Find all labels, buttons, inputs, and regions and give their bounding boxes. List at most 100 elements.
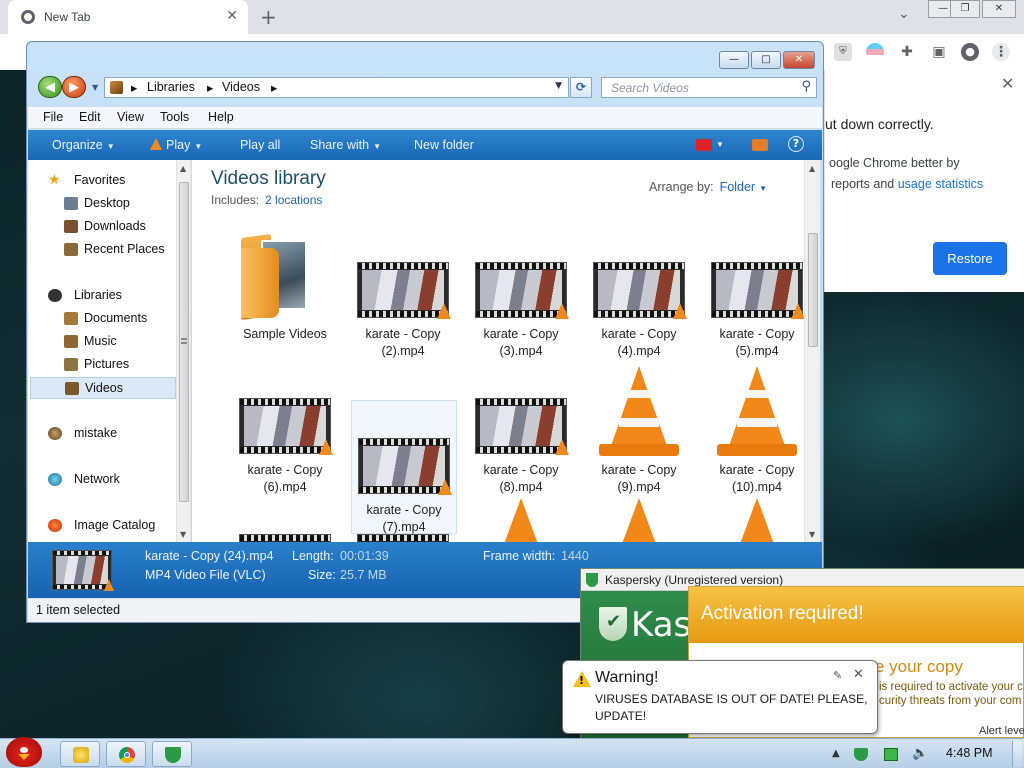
nav-favorites[interactable]: ★ Favorites (28, 170, 174, 192)
details-filetype: MP4 Video File (VLC) (145, 568, 266, 582)
nav-downloads[interactable]: Downloads (28, 216, 174, 238)
nav-music[interactable]: Music (28, 331, 174, 353)
file-view-scroll-thumb[interactable] (808, 233, 818, 347)
address-bar[interactable]: ▸ Libraries ▸ Videos ▸ ▼ (104, 77, 569, 98)
breadcrumb-libraries[interactable]: Libraries (147, 80, 195, 94)
nav-image-catalog[interactable]: Image Catalog (28, 515, 174, 537)
chrome-new-tab-button[interactable]: + (260, 5, 277, 29)
file-item-video[interactable]: karate - Copy (3).mp4 (469, 224, 575, 358)
taskbar-explorer-button[interactable] (60, 741, 100, 767)
refresh-icon[interactable]: ⟳ (570, 77, 592, 98)
folder-icon (241, 230, 327, 321)
nav-network[interactable]: Network (28, 469, 174, 491)
play-button[interactable]: Play ▼ (150, 138, 202, 152)
file-item-sample-videos[interactable]: Sample Videos (233, 224, 339, 358)
address-dropdown-icon[interactable]: ▼ (555, 81, 562, 91)
file-item-video[interactable]: karate - Copy (6).mp4 (233, 360, 339, 494)
scroll-up-icon[interactable]: ▲ (809, 164, 815, 173)
search-box[interactable]: Search Videos ⚲ (601, 77, 817, 98)
kaspersky-tray-icon[interactable] (854, 748, 868, 761)
file-item-video-hovered[interactable]: karate - Copy (7).mp4 (351, 400, 457, 534)
organize-button[interactable]: Organize ▼ (52, 138, 115, 152)
navigation-pane: ★ Favorites Desktop Downloads Recent Pla… (28, 160, 191, 542)
extensions-icon[interactable]: ✚ (898, 43, 916, 61)
address-arrow-icon[interactable]: ▸ (131, 80, 137, 95)
nav-desktop[interactable]: Desktop (28, 193, 174, 215)
menu-help[interactable]: Help (208, 110, 234, 124)
change-view-icon[interactable] (696, 139, 712, 151)
chrome-restore-message: ut down correctly. (825, 116, 934, 132)
taskbar-kaspersky-button[interactable] (152, 741, 192, 767)
nav-pane-scrollbar[interactable]: ▲ ▼ (176, 160, 190, 542)
menu-file[interactable]: File (43, 110, 63, 124)
flag-icon[interactable] (866, 43, 884, 61)
nav-mistake[interactable]: mistake (28, 423, 174, 445)
scroll-down-icon[interactable]: ▼ (809, 530, 815, 539)
scroll-up-icon[interactable]: ▲ (180, 164, 186, 173)
explorer-maximize-button[interactable]: □ (751, 51, 781, 69)
ublock-icon[interactable]: ⛨ (834, 43, 852, 61)
forward-arrow-icon[interactable]: ▶ (62, 76, 86, 98)
pin-icon[interactable]: ✎ (833, 669, 842, 682)
nav-recent-places[interactable]: Recent Places (28, 239, 174, 261)
explorer-minimize-button[interactable]: — (719, 51, 749, 69)
search-input[interactable]: Search Videos (611, 81, 689, 95)
file-item-vlc[interactable]: karate - Copy (10).mp4 (705, 360, 811, 494)
arrange-dropdown-icon[interactable]: ▼ (759, 184, 767, 193)
sidepanel-icon[interactable]: ▣ (930, 43, 948, 61)
breadcrumb-videos[interactable]: Videos (222, 80, 260, 94)
nav-documents[interactable]: Documents (28, 308, 174, 330)
chrome-tab-new-tab[interactable]: New Tab ✕ (8, 0, 248, 34)
arrange-by-dropdown[interactable]: Folder (720, 180, 755, 194)
nav-libraries[interactable]: Libraries (28, 285, 174, 307)
preview-pane-icon[interactable] (752, 139, 768, 151)
network-tray-icon[interactable] (884, 748, 898, 761)
includes-line: Includes: 2 locations (211, 193, 323, 207)
new-folder-button[interactable]: New folder (414, 138, 474, 152)
file-item-video[interactable]: karate - Copy (4).mp4 (587, 224, 693, 358)
share-with-button[interactable]: Share with ▼ (310, 138, 381, 152)
help-icon[interactable]: ? (788, 136, 804, 152)
play-all-button[interactable]: Play all (240, 138, 280, 152)
menu-tools[interactable]: Tools (160, 110, 189, 124)
search-icon[interactable]: ⚲ (801, 79, 811, 94)
file-item-vlc[interactable]: karate - Copy (9).mp4 (587, 360, 693, 494)
chrome-restore-close-icon[interactable]: ✕ (1001, 74, 1014, 93)
address-arrow-icon[interactable]: ▸ (207, 80, 213, 95)
address-arrow-icon[interactable]: ▸ (271, 80, 277, 95)
file-item-video[interactable]: karate - Copy (5).mp4 (705, 224, 811, 358)
chrome-tab-close-icon[interactable]: ✕ (226, 8, 238, 24)
profile-icon[interactable]: ● (961, 43, 979, 61)
menu-view[interactable]: View (117, 110, 144, 124)
menu-icon[interactable]: ⋮ (992, 43, 1010, 61)
usage-statistics-link[interactable]: usage statistics (898, 177, 983, 191)
size-value[interactable]: 25.7 MB (340, 568, 387, 582)
nav-downloads-label: Downloads (84, 219, 146, 233)
recent-pages-dropdown-icon[interactable]: ▼ (92, 83, 98, 92)
chrome-maximize-button[interactable]: ❐ (950, 0, 980, 18)
locations-link[interactable]: 2 locations (265, 193, 322, 207)
chrome-tab-search-icon[interactable]: ⌄ (898, 6, 910, 22)
menu-edit[interactable]: Edit (79, 110, 101, 124)
scroll-down-icon[interactable]: ▼ (180, 530, 186, 539)
balloon-close-icon[interactable]: ✕ (853, 667, 864, 682)
nav-videos[interactable]: Videos (30, 377, 176, 399)
length-value[interactable]: 00:01:39 (340, 549, 389, 563)
back-arrow-icon[interactable]: ◀ (38, 76, 62, 98)
explorer-close-button[interactable]: ✕ (783, 51, 815, 69)
tray-expand-icon[interactable]: ▲ (832, 748, 846, 761)
clock[interactable]: 4:48 PM (946, 746, 993, 760)
file-item-video[interactable]: karate - Copy (8).mp4 (469, 360, 575, 494)
show-desktop-button[interactable] (1012, 741, 1022, 767)
restore-button[interactable]: Restore (933, 242, 1007, 275)
view-dropdown-icon[interactable]: ▼ (716, 140, 724, 149)
warning-balloon[interactable]: ! Warning! ✎ ✕ VIRUSES DATABASE IS OUT O… (562, 660, 878, 734)
file-view-scrollbar[interactable]: ▲ ▼ (804, 160, 820, 542)
start-button[interactable] (4, 731, 44, 768)
volume-icon[interactable]: 🔈 (912, 746, 928, 761)
nav-pictures[interactable]: Pictures (28, 354, 174, 376)
taskbar-chrome-button[interactable] (106, 741, 146, 767)
chrome-close-button[interactable]: ✕ (982, 0, 1016, 18)
frame-width-value[interactable]: 1440 (561, 549, 589, 563)
file-item-video[interactable]: karate - Copy (2).mp4 (351, 224, 457, 358)
